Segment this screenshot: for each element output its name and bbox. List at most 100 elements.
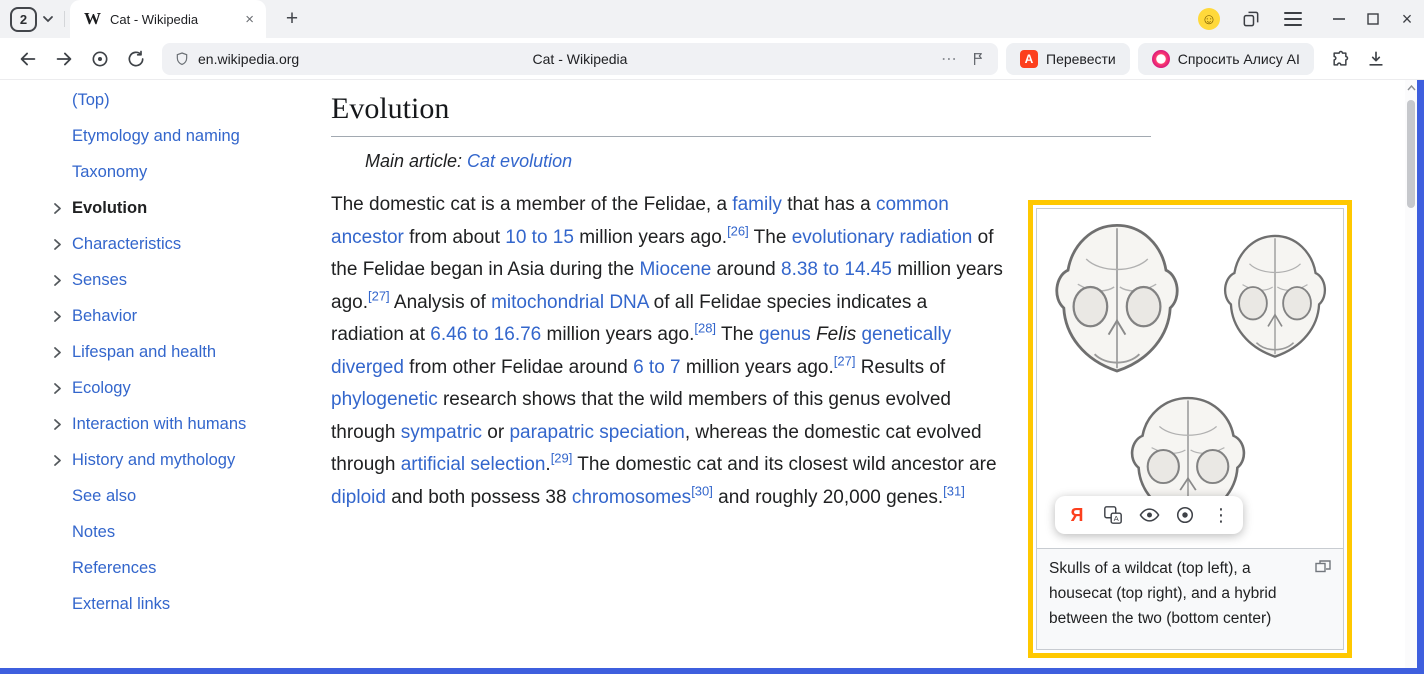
article-link[interactable]: 8.38 to 14.45	[781, 259, 892, 280]
skulls-image[interactable]: Я A ⋮	[1037, 209, 1343, 549]
reference-link[interactable]: [31]	[943, 483, 965, 498]
ask-alice-button[interactable]: Спросить Алису AI	[1138, 43, 1314, 75]
sidebar-item-label[interactable]: Notes	[72, 523, 115, 542]
image-more-icon[interactable]: ⋮	[1203, 498, 1239, 532]
article-link[interactable]: parapatric	[509, 422, 594, 443]
scrollbar[interactable]	[1405, 80, 1417, 668]
scroll-up-icon[interactable]	[1405, 80, 1417, 96]
maximize-button[interactable]	[1356, 0, 1390, 38]
section-expand-chevron-icon[interactable]	[42, 274, 72, 287]
section-expand-chevron-icon[interactable]	[42, 382, 72, 395]
article-link[interactable]: chromosomes	[572, 487, 691, 508]
skulls-figure-highlighted[interactable]: Я A ⋮ Skulls of a wildcat	[1028, 200, 1352, 658]
article-link[interactable]: evolutionary radiation	[792, 227, 973, 248]
article-link[interactable]: 6 to 7	[633, 357, 681, 378]
section-expand-chevron-icon[interactable]	[42, 310, 72, 323]
reference-link[interactable]: [29]	[551, 451, 573, 466]
sidebar-item[interactable]: References	[42, 550, 312, 586]
article-link[interactable]: 10 to 15	[505, 227, 574, 248]
sidebar-item-label[interactable]: See also	[72, 487, 136, 506]
eye-icon[interactable]	[1131, 498, 1167, 532]
sidebar-item-label[interactable]: References	[72, 559, 156, 578]
forward-button[interactable]	[46, 42, 82, 76]
sidebar-item[interactable]: Lifespan and health	[42, 334, 312, 370]
sidebar-item-label[interactable]: Ecology	[72, 379, 131, 398]
back-button[interactable]	[10, 42, 46, 76]
sidebar-item-label[interactable]: Etymology and naming	[72, 127, 240, 146]
reference-link[interactable]: [30]	[691, 483, 713, 498]
sidebar-item[interactable]: Ecology	[42, 370, 312, 406]
sidebar-item[interactable]: Etymology and naming	[42, 118, 312, 154]
sidebar-item[interactable]: History and mythology	[42, 442, 312, 478]
sidebar-item[interactable]: See also	[42, 478, 312, 514]
sidebar-item-label[interactable]: Characteristics	[72, 235, 181, 254]
tab-close-icon[interactable]: ×	[243, 11, 256, 28]
article-link[interactable]: Miocene	[639, 259, 711, 280]
sidebar-item-label[interactable]: Taxonomy	[72, 163, 147, 182]
image-translate-icon[interactable]: A	[1095, 498, 1131, 532]
sidebar-item[interactable]: External links	[42, 586, 312, 622]
sidebar-item[interactable]: Evolution	[42, 190, 312, 226]
sidebar-item-label[interactable]: History and mythology	[72, 451, 235, 470]
sidebar-item[interactable]: Taxonomy	[42, 154, 312, 190]
close-button[interactable]: ×	[1390, 0, 1424, 38]
sidebar-item[interactable]: Senses	[42, 262, 312, 298]
translate-button[interactable]: A Перевести	[1006, 43, 1130, 75]
scrollbar-thumb[interactable]	[1407, 100, 1415, 208]
article-link[interactable]: artificial selection	[401, 454, 546, 475]
tab-cat-wikipedia[interactable]: W Cat - Wikipedia ×	[70, 0, 266, 38]
section-expand-chevron-icon[interactable]	[42, 346, 72, 359]
sidebar-item-label[interactable]: External links	[72, 595, 170, 614]
article-link[interactable]: speciation	[599, 422, 685, 443]
tab-bar: 2 W Cat - Wikipedia × + ☺ ×	[0, 0, 1424, 38]
reference-link[interactable]: [27]	[368, 288, 390, 303]
sidebar-item[interactable]: Interaction with humans	[42, 406, 312, 442]
sidebar-item-label[interactable]: Senses	[72, 271, 127, 290]
tab-list-chevron-icon[interactable]	[37, 7, 59, 32]
reload-button[interactable]	[118, 42, 154, 76]
reference-link[interactable]: [27]	[834, 353, 856, 368]
new-tab-button[interactable]: +	[280, 7, 304, 31]
section-expand-chevron-icon[interactable]	[42, 418, 72, 431]
sidebar-item[interactable]: Behavior	[42, 298, 312, 334]
sidebar-item-label[interactable]: Behavior	[72, 307, 137, 326]
section-expand-chevron-icon[interactable]	[42, 238, 72, 251]
tab-counter-button[interactable]: 2	[10, 7, 37, 32]
sidebar-item-label[interactable]: Evolution	[72, 199, 147, 218]
sidebar-item-label[interactable]: Interaction with humans	[72, 415, 246, 434]
address-overflow-icon[interactable]: ⋯	[941, 49, 958, 69]
extensions-puzzle-icon[interactable]	[1322, 42, 1358, 76]
menu-icon[interactable]	[1280, 6, 1306, 32]
figure-caption: Skulls of a wildcat (top left), a housec…	[1049, 560, 1276, 627]
article-link[interactable]: diploid	[331, 487, 386, 508]
reference-link[interactable]: [26]	[727, 223, 749, 238]
image-search-lens-icon[interactable]	[1167, 498, 1203, 532]
article-link[interactable]: sympatric	[401, 422, 482, 443]
enlarge-icon[interactable]	[1315, 560, 1331, 573]
sidebar-item-label[interactable]: (Top)	[72, 91, 110, 110]
reference-link[interactable]: [28]	[694, 321, 716, 336]
sidebar-item-label[interactable]: Lifespan and health	[72, 343, 216, 362]
section-expand-chevron-icon[interactable]	[42, 202, 72, 215]
address-bar[interactable]: en.wikipedia.org Cat - Wikipedia ⋯	[162, 43, 998, 75]
article-link[interactable]: phylogenetic	[331, 389, 438, 410]
sidebar-item[interactable]: (Top)	[42, 82, 312, 118]
section-expand-chevron-icon[interactable]	[42, 454, 72, 467]
side-panels-icon[interactable]	[1238, 6, 1264, 32]
bookmark-flag-icon[interactable]	[970, 50, 986, 68]
article-link[interactable]: family	[732, 194, 782, 215]
article-link[interactable]: 6.46 to 16.76	[430, 324, 541, 345]
url-text[interactable]: en.wikipedia.org	[198, 51, 299, 67]
minimize-button[interactable]	[1322, 0, 1356, 38]
profile-avatar[interactable]: ☺	[1198, 8, 1220, 30]
yandex-browser-icon[interactable]	[82, 42, 118, 76]
sidebar-item[interactable]: Characteristics	[42, 226, 312, 262]
yandex-search-icon[interactable]: Я	[1059, 498, 1095, 532]
hatnote-link[interactable]: Cat evolution	[467, 151, 572, 171]
downloads-icon[interactable]	[1358, 42, 1394, 76]
security-shield-icon[interactable]	[174, 50, 190, 68]
article-link[interactable]: mitochondrial DNA	[491, 292, 648, 313]
article-link[interactable]: genus	[759, 324, 811, 345]
sidebar-item[interactable]: Notes	[42, 514, 312, 550]
alice-icon	[1152, 50, 1170, 68]
